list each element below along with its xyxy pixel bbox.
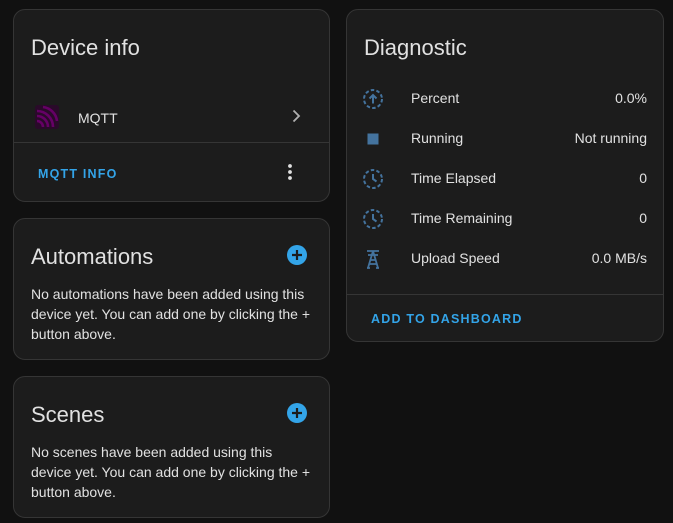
diagnostic-name: Time Elapsed: [411, 170, 497, 186]
diagnostic-name: Upload Speed: [411, 250, 500, 266]
scenes-title: Scenes: [31, 402, 105, 427]
diagnostic-divider: [347, 294, 663, 295]
scenes-empty-text: No scenes have been added using this dev…: [31, 444, 311, 500]
device-info-divider: [14, 142, 329, 143]
automations-title: Automations: [31, 244, 154, 269]
diagnostic-name: Running: [411, 130, 464, 146]
diagnostic-value: 0.0%: [615, 90, 647, 106]
more-vertical-icon[interactable]: [280, 162, 300, 182]
diagnostic-row-running[interactable]: Running Not running: [347, 127, 663, 151]
diagnostic-value: Not running: [574, 130, 647, 146]
add-to-dashboard-button[interactable]: ADD TO DASHBOARD: [371, 312, 523, 326]
diagnostic-row-upload-speed[interactable]: Upload Speed 0.0 MB/s: [347, 247, 663, 271]
device-info-title: Device info: [31, 35, 140, 60]
diagnostic-name: Percent: [411, 90, 460, 106]
diagnostic-name: Time Remaining: [411, 210, 513, 226]
add-scene-button[interactable]: [287, 403, 307, 423]
clock-dashed-icon: [361, 207, 385, 231]
device-info-card: Device info MQTT MQTT INFO: [13, 9, 330, 202]
diagnostic-value: 0.0 MB/s: [591, 250, 647, 266]
diagnostic-row-time-elapsed[interactable]: Time Elapsed 0: [347, 167, 663, 191]
diagnostic-value: 0: [639, 170, 647, 186]
add-automation-button[interactable]: [287, 245, 307, 265]
automations-card: Automations No automations have been add…: [13, 218, 330, 360]
mqtt-logo-icon: [35, 105, 59, 129]
diagnostic-row-percent[interactable]: Percent 0.0%: [347, 87, 663, 111]
diagnostic-row-time-remaining[interactable]: Time Remaining 0: [347, 207, 663, 231]
diagnostic-value: 0: [639, 210, 647, 226]
clock-dashed-icon: [361, 167, 385, 191]
scenes-card: Scenes No scenes have been added using t…: [13, 376, 330, 518]
automations-empty-text: No automations have been added using thi…: [31, 286, 311, 342]
integration-row[interactable]: MQTT: [14, 100, 329, 140]
diagnostic-card: Diagnostic Percent 0.0% Running Not runn…: [346, 9, 664, 342]
chevron-right-icon: [288, 108, 304, 124]
mqtt-info-button[interactable]: MQTT INFO: [38, 167, 118, 181]
transmission-tower-icon: [361, 247, 385, 271]
stop-icon: [361, 127, 385, 151]
diagnostic-title: Diagnostic: [364, 35, 467, 60]
progress-upload-icon: [361, 87, 385, 111]
integration-name: MQTT: [78, 110, 118, 126]
